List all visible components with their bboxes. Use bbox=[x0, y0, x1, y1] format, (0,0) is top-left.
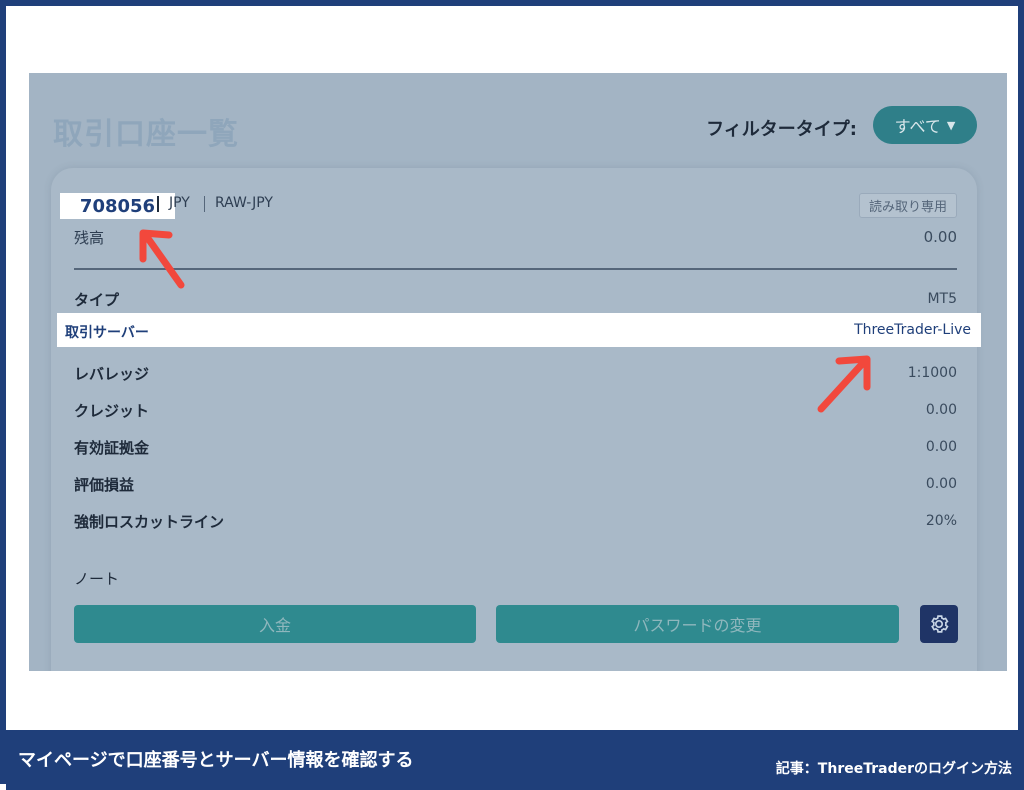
chevron-down-icon: ▼ bbox=[946, 118, 956, 132]
credit-label: クレジット bbox=[74, 402, 150, 420]
pnl-value: 0.00 bbox=[925, 476, 957, 492]
type-value: MT5 bbox=[927, 291, 957, 307]
leverage-label: レバレッジ bbox=[74, 365, 150, 383]
equity-value: 0.00 bbox=[925, 439, 957, 455]
article-frame: 取引口座一覧 フィルタータイプ: すべて ▼ 708056 JPY RAW-JP… bbox=[0, 0, 1024, 790]
read-only-badge: 読み取り専用 bbox=[858, 193, 957, 218]
page-title: 取引口座一覧 bbox=[53, 117, 239, 152]
type-label: タイプ bbox=[74, 291, 120, 309]
screenshot-panel: 取引口座一覧 フィルタータイプ: すべて ▼ 708056 JPY RAW-JP… bbox=[29, 73, 1007, 671]
account-currency: JPY bbox=[169, 195, 190, 211]
trade-server-label: 取引サーバー bbox=[65, 325, 149, 341]
account-group: RAW-JPY bbox=[215, 195, 273, 211]
filter-type-dropdown[interactable]: すべて ▼ bbox=[873, 106, 977, 144]
deposit-button[interactable]: 入金 bbox=[74, 605, 476, 643]
filter-type-label: フィルタータイプ: bbox=[706, 119, 857, 140]
trade-server-value: ThreeTrader-Live bbox=[854, 322, 971, 338]
balance-label: 残高 bbox=[74, 229, 105, 247]
balance-value: 0.00 bbox=[923, 228, 957, 246]
leverage-value: 1:1000 bbox=[907, 365, 957, 381]
equity-label: 有効証拠金 bbox=[74, 439, 150, 457]
credit-value: 0.00 bbox=[925, 402, 957, 418]
caption-bar: マイページで口座番号とサーバー情報を確認する 記事：ThreeTraderのログ… bbox=[6, 730, 1024, 790]
note-label: ノート bbox=[74, 570, 120, 588]
pnl-label: 評価損益 bbox=[74, 476, 135, 494]
settings-button[interactable] bbox=[920, 605, 958, 643]
separator bbox=[157, 196, 159, 212]
caption-title: マイページで口座番号とサーバー情報を確認する bbox=[18, 750, 414, 771]
trade-server-row: 取引サーバー ThreeTrader-Live bbox=[57, 313, 981, 347]
arrow-icon bbox=[817, 355, 871, 413]
divider bbox=[74, 268, 957, 270]
filter-value: すべて bbox=[894, 117, 941, 136]
caption-article: 記事：ThreeTraderのログイン方法 bbox=[775, 761, 1012, 777]
account-card bbox=[51, 168, 977, 671]
arrow-icon bbox=[139, 229, 185, 289]
stopout-value: 20% bbox=[925, 513, 957, 529]
gear-icon bbox=[931, 615, 949, 633]
stopout-label: 強制ロスカットライン bbox=[74, 513, 225, 531]
separator bbox=[204, 196, 205, 212]
change-password-button[interactable]: パスワードの変更 bbox=[496, 605, 899, 643]
